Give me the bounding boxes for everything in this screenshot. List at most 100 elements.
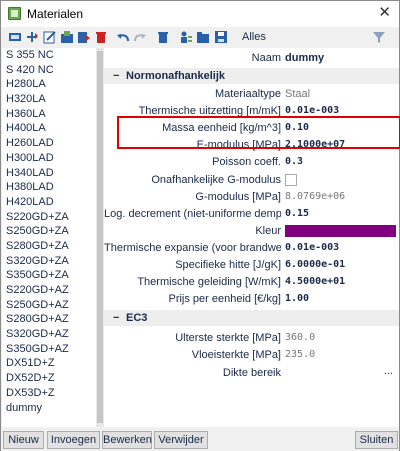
- new-material-icon[interactable]: [8, 30, 22, 44]
- properties-panel: Naam dummy − Normonafhankelijk Materiaal…: [104, 48, 399, 427]
- close-button[interactable]: Sluiten: [355, 431, 398, 449]
- prop-row[interactable]: Dikte bereik...: [104, 365, 399, 382]
- list-item[interactable]: H360LA: [2, 107, 96, 122]
- prop-value[interactable]: 0.10: [285, 122, 309, 133]
- list-item[interactable]: DX52D+Z: [2, 371, 96, 386]
- more-icon[interactable]: ...: [384, 365, 393, 377]
- prop-row[interactable]: Ulterste sterkte [MPa] 360.0: [104, 330, 399, 347]
- list-item[interactable]: H400LA: [2, 121, 96, 136]
- title-bar: Materialen ✕: [1, 1, 399, 27]
- list-item[interactable]: H280LA: [2, 77, 96, 92]
- collapse-icon[interactable]: −: [113, 312, 119, 324]
- list-item[interactable]: H320LA: [2, 92, 96, 107]
- prop-row[interactable]: Materiaaltype Staal: [104, 86, 399, 103]
- list-item[interactable]: S220GD+ZA: [2, 210, 96, 225]
- prop-label: Dikte bereik: [222, 366, 281, 379]
- user-list-icon[interactable]: [179, 30, 193, 44]
- edit-icon[interactable]: [43, 30, 57, 44]
- prop-value[interactable]: 4.5000e+01: [285, 276, 345, 287]
- list-item[interactable]: S320GD+ZA: [2, 254, 96, 269]
- list-item[interactable]: dummy: [2, 400, 96, 416]
- redo-icon[interactable]: [133, 30, 147, 44]
- prop-label: Specifieke hitte [J/gK]: [175, 259, 281, 271]
- prop-row[interactable]: Specifieke hitte [J/gK] 6.0000e-01: [104, 257, 399, 274]
- save-icon[interactable]: [214, 30, 228, 44]
- prop-row[interactable]: Thermische expansie (voor brandwere 0.01e…: [104, 240, 399, 257]
- prop-value[interactable]: 0.01e-003: [285, 242, 339, 253]
- prop-row[interactable]: Prijs per eenheid [€/kg] 1.00: [104, 291, 399, 308]
- list-item[interactable]: S250GD+AZ: [2, 298, 96, 313]
- prop-value[interactable]: 0.01e-003: [285, 105, 339, 116]
- edit-button[interactable]: Bewerken: [102, 431, 152, 449]
- section-title: EC3: [126, 312, 148, 325]
- prop-label: Thermische expansie (voor brandwere: [104, 241, 281, 254]
- color-swatch[interactable]: [285, 224, 396, 237]
- prop-row[interactable]: Vloeisterkte [MPa] 235.0: [104, 347, 399, 364]
- prop-row[interactable]: Kleur: [104, 223, 399, 240]
- section-ec3[interactable]: − EC3: [104, 310, 399, 327]
- filter-icon[interactable]: [372, 30, 386, 44]
- list-item[interactable]: S 420 NC: [2, 63, 96, 78]
- trash-icon[interactable]: [156, 30, 170, 44]
- list-item[interactable]: S220GD+AZ: [2, 283, 96, 298]
- list-item[interactable]: H300LAD: [2, 151, 96, 166]
- list-scrollbar-thumb[interactable]: [97, 51, 103, 423]
- prop-row[interactable]: Poisson coeff. 0.3: [104, 154, 399, 171]
- list-item[interactable]: S 355 NC: [2, 48, 96, 63]
- prop-row[interactable]: Thermische uitzetting [m/mK] 0.01e-003: [104, 103, 399, 120]
- app-icon: [8, 7, 21, 20]
- close-icon[interactable]: ✕: [378, 4, 391, 22]
- list-item[interactable]: S350GD+AZ: [2, 342, 96, 357]
- list-item[interactable]: S350GD+ZA: [2, 268, 96, 283]
- filter-select[interactable]: Alles: [242, 31, 266, 43]
- list-item[interactable]: H420LAD: [2, 195, 96, 210]
- prop-value[interactable]: 235.0: [285, 349, 315, 360]
- list-item[interactable]: S250GD+ZA: [2, 224, 96, 239]
- prop-row[interactable]: Log. decrement (niet-uniforme dempin 0.15: [104, 206, 399, 223]
- prop-value[interactable]: dummy: [285, 52, 324, 64]
- export-icon[interactable]: [77, 30, 91, 44]
- prop-value[interactable]: 0.3: [285, 156, 303, 167]
- g-modulus-checkbox[interactable]: [285, 173, 297, 186]
- prop-row[interactable]: Massa eenheid [kg/m^3] 0.10: [104, 120, 399, 137]
- new-button[interactable]: Nieuw: [3, 431, 44, 449]
- delete-icon[interactable]: [94, 30, 108, 44]
- prop-value[interactable]: 8.0769e+06: [285, 191, 345, 202]
- list-item[interactable]: S280GD+AZ: [2, 312, 96, 327]
- prop-row[interactable]: Thermische geleiding [W/mK] 4.5000e+01: [104, 274, 399, 291]
- prop-row[interactable]: Onafhankelijke G-modulus: [104, 172, 399, 189]
- prop-row[interactable]: G-modulus [MPa] 8.0769e+06: [104, 189, 399, 206]
- list-item[interactable]: DX51D+Z: [2, 356, 96, 371]
- prop-label: Kleur: [255, 224, 281, 237]
- prop-label: Onafhankelijke G-modulus: [151, 173, 281, 186]
- prop-label: Materiaaltype: [214, 88, 281, 100]
- prop-value[interactable]: Staal: [285, 88, 310, 100]
- collapse-icon[interactable]: −: [113, 70, 119, 82]
- list-item[interactable]: S280GD+ZA: [2, 239, 96, 254]
- material-list[interactable]: S 355 NC S 420 NC H280LA H320LA H360LA H400LA…: [2, 48, 96, 427]
- prop-value[interactable]: 0.15: [285, 208, 309, 219]
- prop-label: Poisson coeff.: [212, 156, 281, 169]
- prop-label: Massa eenheid [kg/m^3]: [162, 122, 281, 135]
- folder-icon[interactable]: [196, 30, 210, 44]
- list-item[interactable]: H340LAD: [2, 166, 96, 181]
- toolbar: Alles: [1, 27, 399, 47]
- prop-label: Naam: [251, 52, 281, 64]
- section-normonafhankelijk[interactable]: − Normonafhankelijk: [104, 68, 399, 84]
- prop-value[interactable]: 6.0000e-01: [285, 259, 345, 270]
- list-item[interactable]: S320GD+AZ: [2, 327, 96, 342]
- prop-value[interactable]: 1.00: [285, 293, 309, 304]
- delete-button[interactable]: Verwijder: [154, 431, 208, 449]
- prop-label: E-modulus [MPa]: [196, 139, 281, 152]
- import-button[interactable]: Invoegen: [47, 431, 100, 449]
- list-item[interactable]: H380LAD: [2, 180, 96, 195]
- undo-icon[interactable]: [116, 30, 130, 44]
- list-item[interactable]: H260LAD: [2, 136, 96, 151]
- list-item[interactable]: DX53D+Z: [2, 386, 96, 401]
- prop-value[interactable]: 2.1000e+07: [285, 139, 345, 150]
- prop-row-name[interactable]: Naam dummy: [104, 50, 399, 67]
- prop-row[interactable]: E-modulus [MPa] 2.1000e+07: [104, 137, 399, 154]
- import-icon[interactable]: [60, 30, 74, 44]
- prop-value[interactable]: 360.0: [285, 332, 315, 343]
- copy-icon[interactable]: [25, 30, 39, 44]
